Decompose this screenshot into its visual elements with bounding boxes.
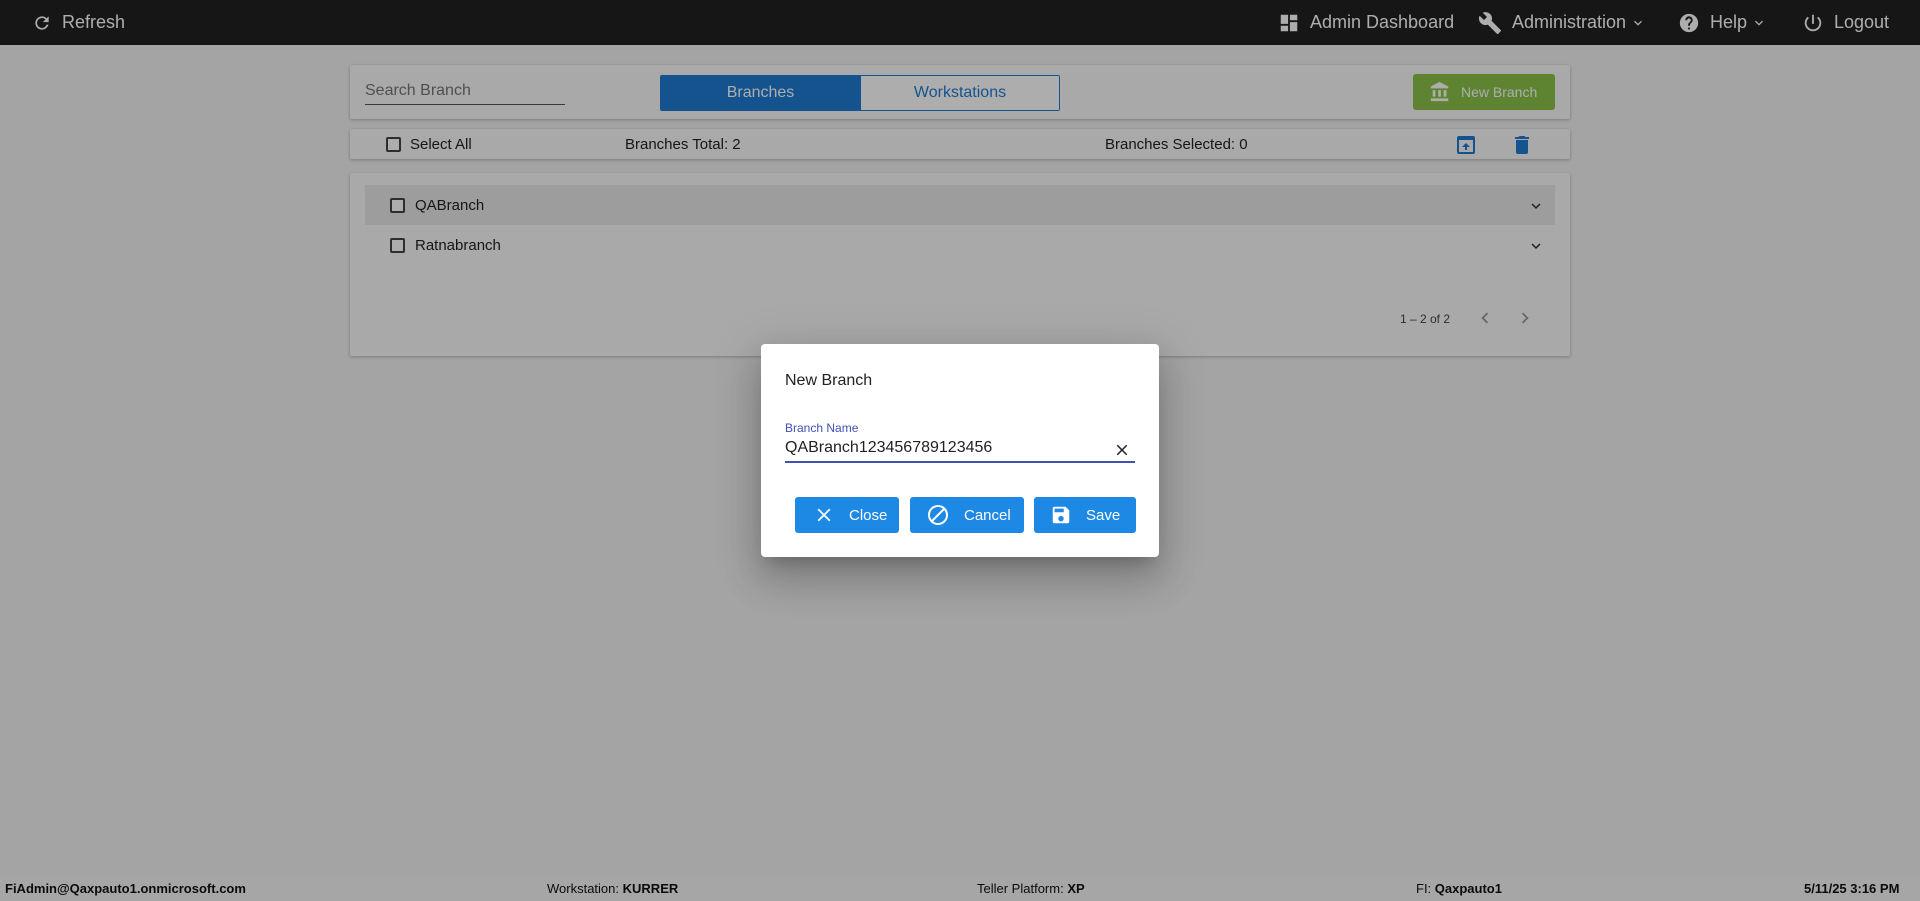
branch-name-value: QABranch123456789123456 [785,439,993,456]
dialog-title: New Branch [785,372,873,389]
close-label: Close [849,506,888,524]
close-button[interactable]: Close [795,497,899,533]
cancel-label: Cancel [964,506,1011,524]
close-icon [1116,444,1128,456]
branch-name-label: Branch Name [785,421,859,435]
new-branch-dialog: New Branch Branch Name QABranch123456789… [761,344,1159,557]
clear-field-button[interactable] [1113,441,1131,464]
block-icon [928,505,948,525]
cancel-button[interactable]: Cancel [910,497,1024,533]
branch-name-field[interactable]: QABranch123456789123456 [785,439,1135,463]
save-label: Save [1086,506,1121,524]
save-button[interactable]: Save [1034,497,1136,533]
save-icon [1052,506,1070,524]
close-icon [817,508,831,522]
